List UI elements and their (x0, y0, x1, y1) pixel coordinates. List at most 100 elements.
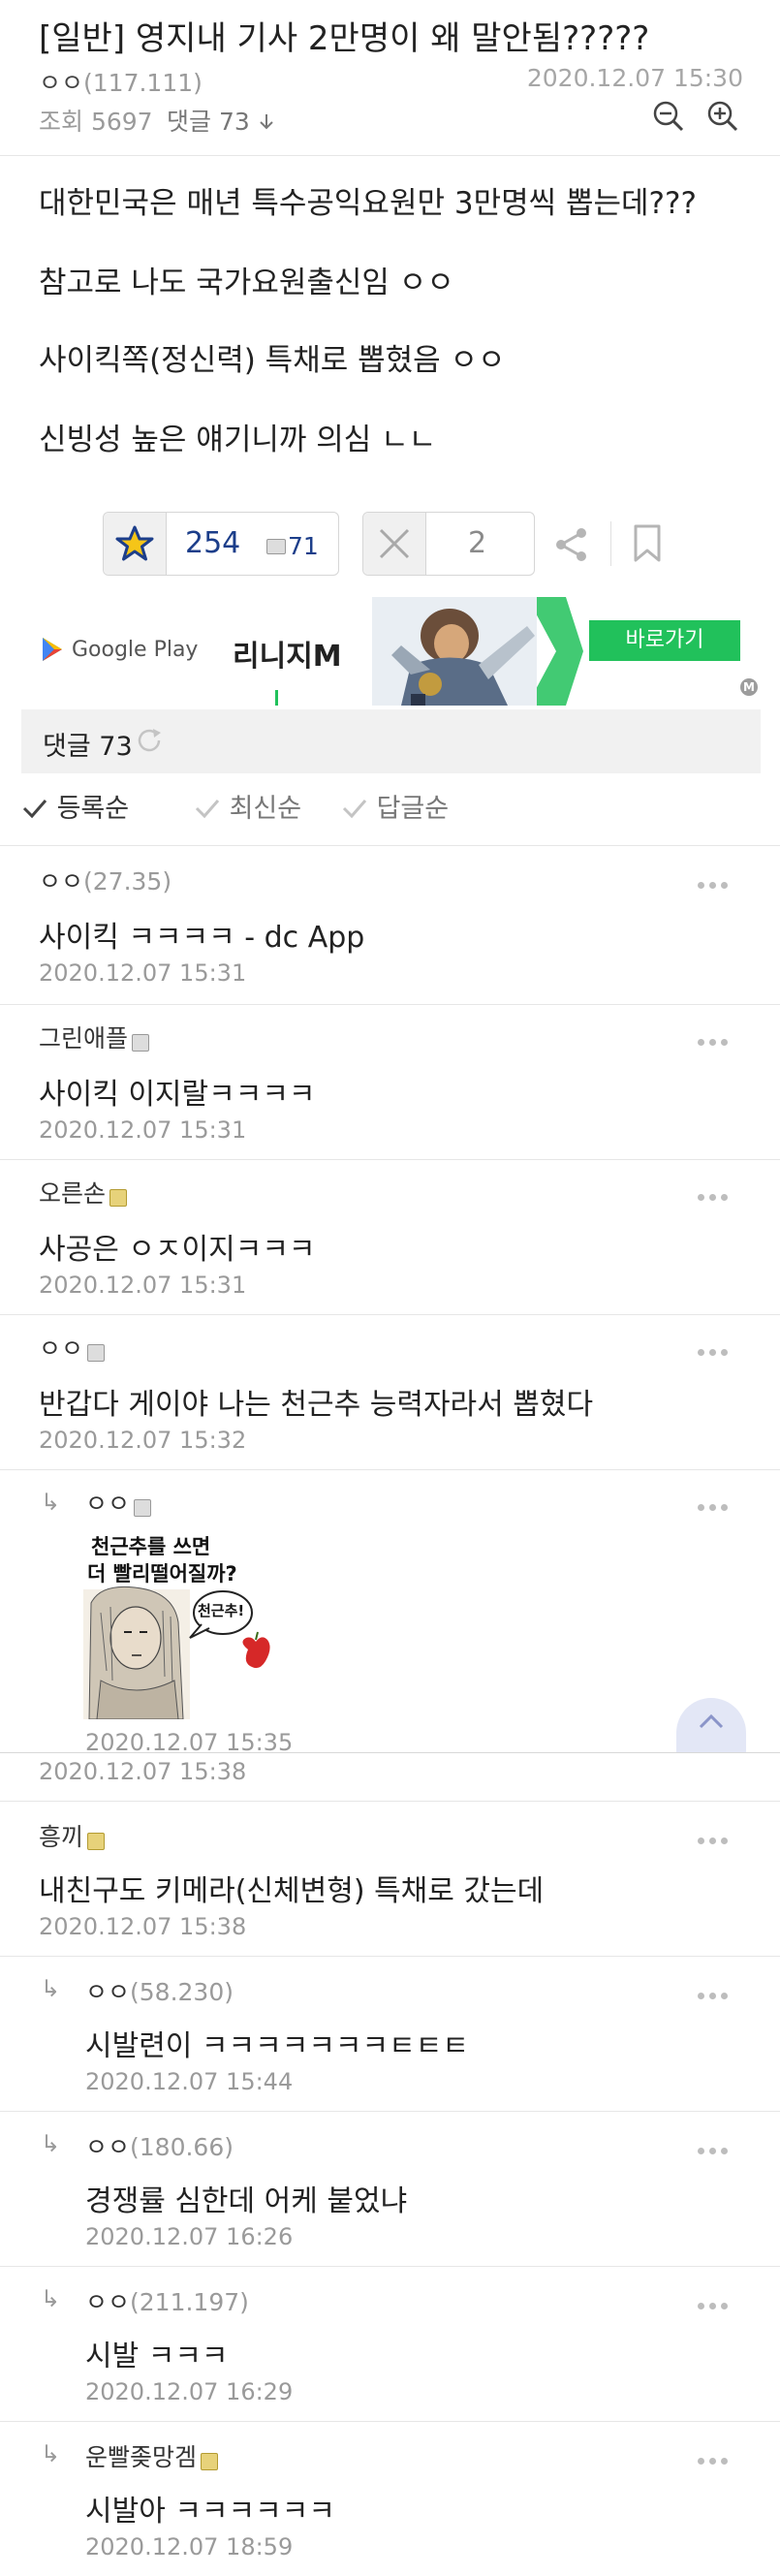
reply-arrow-icon: ↳ (41, 2130, 61, 2157)
sort-option-label: 최신순 (229, 794, 302, 824)
comment-date: 2020.12.07 15:31 (39, 1272, 247, 1299)
comment-author-ip: (180.66) (130, 2133, 234, 2161)
semi-fixed-nick-icon (87, 1832, 106, 1850)
comment-author[interactable]: ㅇㅇ(27.35) (39, 863, 172, 897)
post-title: [일반] 영지내 기사 2만명이 왜 말안됨????? (39, 19, 650, 58)
x-icon (379, 528, 410, 559)
comment-text: 사공은 ㅇㅈ이지ㅋㅋㅋ (39, 1233, 316, 1267)
fixed-nick-icon (134, 1498, 152, 1517)
ad-banner[interactable]: Google Play 리니지M 바로가기 M (21, 597, 761, 706)
google-play-icon (43, 638, 62, 661)
comment-divider (0, 1801, 780, 1802)
comment-author-name: ㅇㅇ (85, 2133, 131, 2161)
check-icon (22, 800, 47, 819)
downvote-count: 2 (468, 526, 487, 560)
post-author-name: ㅇㅇ (39, 69, 84, 97)
semi-fixed-nick-icon (201, 2452, 219, 2470)
comment-author[interactable]: ㅇㅇ (85, 1485, 152, 1520)
image-bottom-edge (0, 1752, 780, 1753)
fixed-user-icon (266, 539, 286, 554)
post-body-line: 신빙성 높은 얘기니까 의심 ㄴㄴ (39, 423, 437, 457)
meme-illustration (83, 1586, 270, 1719)
post-body-line: 대한민국은 매년 특수공익요원만 3만명씩 뽑는데??? (39, 186, 697, 221)
comment-divider (0, 1956, 780, 1957)
comment-date: 2020.12.07 16:26 (85, 2223, 294, 2250)
reply-arrow-icon: ↳ (41, 2440, 61, 2467)
comment-divider (0, 2266, 780, 2267)
more-icon[interactable] (698, 2140, 736, 2154)
comment-date: 2020.12.07 15:32 (39, 1427, 247, 1454)
sort-option-replies[interactable]: 답글순 (341, 787, 449, 825)
ad-badge-icon[interactable]: M (740, 678, 758, 696)
comment-author[interactable]: 운빨좆망겜 (85, 2438, 219, 2473)
more-icon[interactable] (698, 1830, 736, 1844)
comment-author[interactable]: ㅇㅇ(211.197) (85, 2283, 249, 2318)
reply-arrow-icon: ↳ (41, 2285, 61, 2312)
comment-author[interactable]: ㅇㅇ (39, 1330, 106, 1365)
scroll-top-icon (699, 1713, 724, 1729)
refresh-icon[interactable] (134, 725, 165, 756)
comment-date: 2020.12.07 15:44 (85, 2068, 294, 2095)
bookmark-icon[interactable] (632, 523, 663, 564)
comment-divider (0, 2111, 780, 2112)
zoom-out-icon[interactable] (651, 99, 686, 134)
comment-author-name: 오른손 (39, 1179, 107, 1208)
comment-author-name: ㅇㅇ (85, 1490, 131, 1518)
comment-image[interactable]: 천근추를 쓰면 더 빨리떨어질까? 천근추! (81, 1529, 291, 1719)
vote-bar-divider (610, 521, 611, 566)
comment-author[interactable]: ㅇㅇ(180.66) (85, 2128, 234, 2163)
sort-divider (0, 845, 780, 846)
more-icon[interactable] (698, 1031, 736, 1046)
sort-option-registered[interactable]: 등록순 (21, 787, 129, 825)
comment-author[interactable]: 흥끼 (39, 1818, 106, 1853)
comment-text: 내친구도 키메라(신체변형) 특채로 갔는데 (39, 1874, 545, 1908)
comment-author[interactable]: 그린애플 (39, 1020, 150, 1054)
ad-cta-button[interactable]: 바로가기 (589, 620, 740, 661)
comment-author-name: ㅇㅇ (39, 867, 84, 895)
more-icon[interactable] (698, 1341, 736, 1356)
scroll-top-button[interactable] (676, 1698, 746, 1752)
fixed-upvote: 71 (266, 532, 319, 560)
fixed-upvote-count: 71 (288, 532, 319, 560)
comment-author[interactable]: 오른손 (39, 1175, 128, 1209)
share-icon[interactable] (552, 525, 591, 564)
comment-author[interactable]: ㅇㅇ(58.230) (85, 1973, 234, 2008)
more-icon[interactable] (698, 1496, 736, 1511)
comment-divider (0, 2421, 780, 2422)
comment-divider (0, 1314, 780, 1315)
comment-author-name: ㅇㅇ (39, 1335, 84, 1363)
comment-divider (0, 1004, 780, 1005)
sort-option-latest[interactable]: 최신순 (194, 787, 301, 825)
comment-header-label: 댓글 73 (43, 732, 133, 762)
upvote-count: 254 (185, 526, 241, 560)
comment-author-name: 운빨좆망겜 (85, 2443, 198, 2471)
more-icon[interactable] (698, 2295, 736, 2309)
ad-store-label: Google Play (72, 638, 199, 662)
comment-author-name: ㅇㅇ (85, 2288, 131, 2316)
upvote-button[interactable] (104, 513, 167, 575)
post-datetime: 2020.12.07 15:30 (526, 64, 743, 92)
image-caption-line: 천근추를 쓰면 (91, 1535, 211, 1558)
semi-fixed-nick-icon (109, 1188, 128, 1207)
comment-text: 경쟁률 심한데 어케 붙었냐 (85, 2184, 408, 2218)
downvote-button[interactable] (363, 513, 426, 575)
comment-date: 2020.12.07 15:31 (39, 1116, 247, 1144)
zoom-in-icon[interactable] (705, 99, 740, 134)
upvote-box: 254 71 (103, 512, 339, 576)
post-body-line: 사이킥쪽(정신력) 특채로 뽑혔음 ㅇㅇ (39, 343, 506, 378)
comment-text: 시발아 ㅋㅋㅋㅋㅋㅋ (85, 2495, 335, 2529)
more-icon[interactable] (698, 1186, 736, 1201)
more-icon[interactable] (698, 874, 736, 889)
comment-divider (0, 1469, 780, 1470)
ad-title: 리니지M (233, 640, 342, 674)
post-views: 조회 5697 (39, 108, 153, 136)
post-author[interactable]: ㅇㅇ(117.111) (39, 64, 203, 99)
arrow-down-icon (260, 114, 273, 130)
comment-author-name: 그린애플 (39, 1024, 129, 1052)
more-icon[interactable] (698, 1985, 736, 1999)
more-icon[interactable] (698, 2450, 736, 2465)
comment-author-ip: (211.197) (130, 2288, 249, 2316)
comment-date: 2020.12.07 15:38 (39, 1913, 247, 1940)
comment-count-link[interactable]: 댓글 73 (167, 103, 275, 138)
comment-author-name: 흥끼 (39, 1823, 84, 1851)
